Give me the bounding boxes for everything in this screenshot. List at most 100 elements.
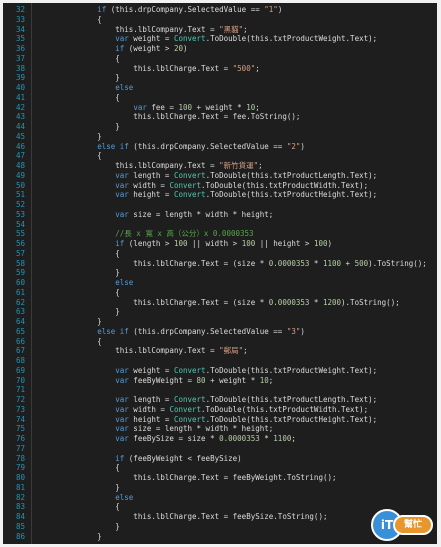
line-number: 41 — [15, 92, 25, 102]
code-line: 74 var height = Convert.ToDouble(this.tx… — [3, 415, 437, 425]
code-text: else — [43, 493, 133, 503]
line-number: 84 — [15, 512, 25, 521]
code-token: } — [43, 521, 120, 531]
code-text: } — [43, 122, 120, 132]
line-number: 55 — [15, 229, 25, 239]
code-token: Convert — [173, 170, 206, 180]
ithelp-logo: iT 幫忙 — [371, 509, 435, 541]
code-editor[interactable]: 32 if (this.drpCompany.SelectedValue == … — [3, 3, 437, 544]
code-line: 33 { — [3, 15, 437, 25]
code-line: 80 this.lblCharge.Text = feeByWeight.ToS… — [3, 473, 437, 483]
code-line: 75 var size = length * width * height; — [3, 424, 437, 434]
code-token: (this.drpCompany.SelectedValue == — [106, 5, 265, 14]
code-token: * — [309, 258, 323, 268]
code-token: "黑貓" — [219, 24, 244, 34]
code-token: var — [115, 414, 129, 424]
code-line: 32 if (this.drpCompany.SelectedValue == … — [3, 5, 437, 15]
code-token: 20 — [173, 44, 183, 53]
code-text: { — [43, 502, 120, 512]
code-token: + — [341, 258, 355, 268]
code-line: 39 } — [3, 73, 437, 83]
code-line: 71 — [3, 385, 437, 395]
code-line: 59 } — [3, 268, 437, 278]
code-token: + weight * — [205, 375, 260, 385]
line-number: 75 — [15, 424, 25, 434]
code-token: ) — [182, 44, 188, 53]
code-line: 70 var feeByWeight = 80 + weight * 10; — [3, 376, 437, 386]
code-line: 46 else if (this.drpCompany.SelectedValu… — [3, 142, 437, 152]
code-text: } — [43, 522, 120, 532]
code-text: } — [43, 317, 102, 327]
code-token: size = length * width * height; — [128, 424, 274, 434]
code-token: .ToDouble(this.txtProductWeight.Text); — [205, 365, 378, 375]
code-token: Convert — [173, 414, 206, 424]
code-token: var — [115, 395, 129, 404]
code-token: { — [43, 287, 120, 297]
line-number: 82 — [15, 492, 25, 502]
code-text: if (feeByWeight < feeBySize) — [43, 453, 241, 464]
code-line: 43 this.lblCharge.Text = fee.ToString(); — [3, 112, 437, 122]
code-line: 68 — [3, 356, 437, 366]
line-number: 39 — [15, 73, 25, 83]
code-token: * — [309, 297, 323, 307]
code-text: if (length > 100 || width > 100 || heigh… — [43, 239, 332, 249]
code-token: width = — [128, 404, 170, 414]
code-text: } — [43, 268, 120, 278]
code-token: if — [115, 453, 125, 463]
code-line: 35 var weight = Convert.ToDouble(this.tx… — [3, 34, 437, 44]
code-text: var feeBySize = size * 0.0000353 * 1100; — [43, 434, 296, 444]
code-text: { — [43, 93, 120, 103]
code-token: || height > — [255, 239, 314, 248]
code-token: "500" — [232, 63, 256, 73]
code-text: this.lblCharge.Text = fee.ToString(); — [43, 112, 300, 122]
code-token: 100 — [241, 239, 256, 248]
line-number: 51 — [15, 190, 25, 200]
line-number: 45 — [15, 131, 25, 141]
code-token: * — [259, 434, 274, 443]
code-token: this.lblCompany.Text = — [43, 346, 220, 356]
code-line: 81 } — [3, 483, 437, 493]
code-text: var weight = Convert.ToDouble(this.txtPr… — [43, 366, 377, 376]
code-text: else if (this.drpCompany.SelectedValue =… — [43, 327, 305, 337]
code-token: var — [115, 190, 129, 200]
code-token: size = length * width * height; — [128, 209, 274, 219]
code-text: this.lblCompany.Text = "郵局"; — [43, 346, 247, 356]
code-text: this.lblCharge.Text = feeBySize.ToString… — [43, 512, 327, 522]
code-token: 0.0000353 — [219, 434, 260, 443]
code-line: 41 { — [3, 93, 437, 103]
code-text: this.lblCharge.Text = feeByWeight.ToStri… — [43, 473, 336, 483]
code-text: { — [43, 15, 102, 25]
code-token: } — [43, 73, 120, 83]
code-line: 37 { — [3, 54, 437, 64]
code-token: 100 — [313, 239, 328, 248]
code-token: ; — [258, 161, 263, 170]
code-text: //長 x 寬 x 高（公分）x 0.0000353 — [43, 229, 253, 239]
code-token: { — [43, 151, 102, 161]
code-token: .ToDouble(this.txtProductLength.Text); — [205, 170, 378, 180]
code-text: var fee = 100 + weight * 10; — [43, 102, 259, 113]
code-token: ; — [268, 375, 274, 385]
code-text: { — [43, 337, 102, 347]
line-number: 63 — [15, 307, 25, 317]
code-text: { — [43, 463, 120, 473]
code-token: .ToDouble(this.txtProductHeight.Text); — [205, 414, 378, 424]
code-line: 48 this.lblCompany.Text = "新竹貨運"; — [3, 161, 437, 171]
code-token: { — [43, 248, 120, 258]
code-token: 0.0000353 — [268, 297, 310, 307]
code-token: else — [115, 492, 134, 502]
code-token: + weight * — [192, 102, 247, 112]
code-token: .ToDouble(this.txtProductWeight.Text); — [205, 34, 378, 44]
line-number: 32 — [15, 5, 25, 14]
code-line: 53 var size = length * width * height; — [3, 210, 437, 220]
code-token: || width > — [187, 239, 242, 248]
code-line: 55 //長 x 寬 x 高（公分）x 0.0000353 — [3, 229, 437, 239]
code-line: 52 — [3, 200, 437, 210]
line-number: 59 — [15, 268, 25, 278]
code-line: 66 { — [3, 337, 437, 347]
code-token: 1100 — [322, 258, 342, 268]
